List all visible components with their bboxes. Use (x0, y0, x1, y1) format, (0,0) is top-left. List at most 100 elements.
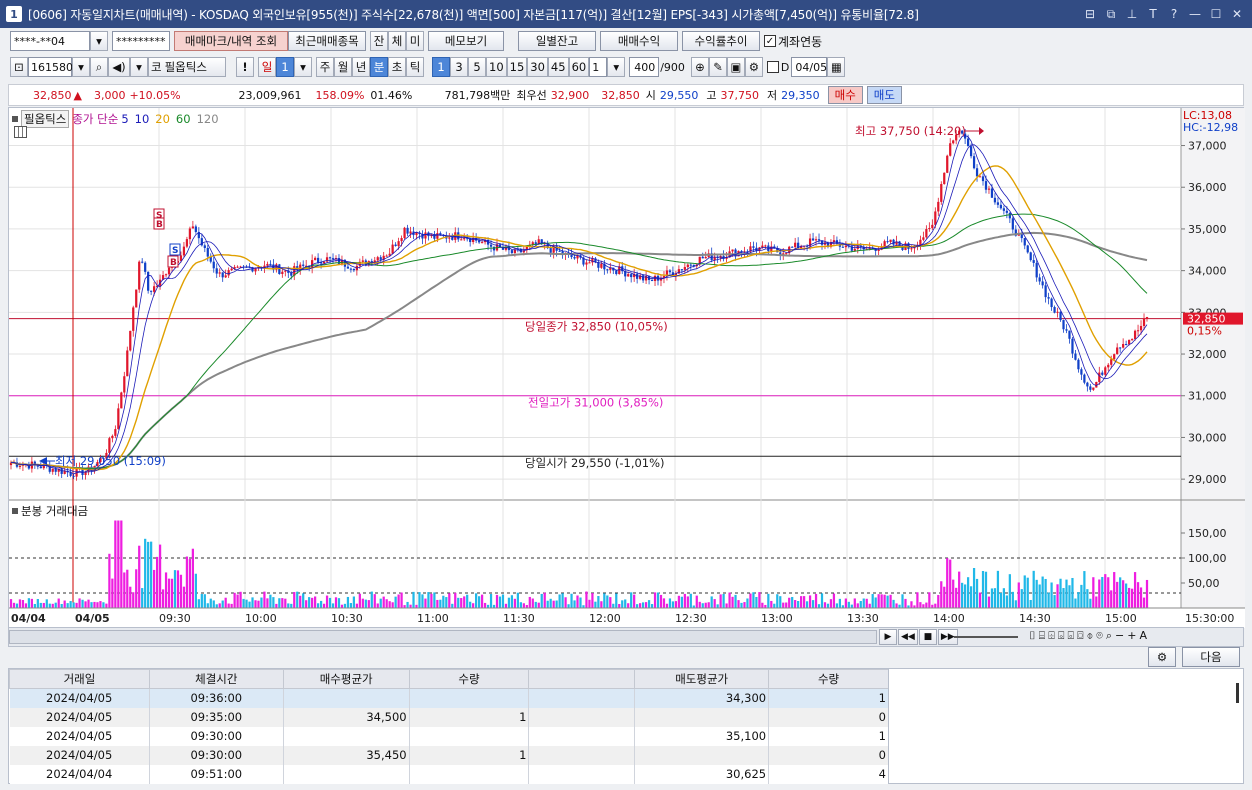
chart-stock-label[interactable]: 필옵틱스 (21, 110, 70, 128)
period-number[interactable]: 1 (276, 57, 294, 77)
period-day-button[interactable]: 일 (258, 57, 276, 77)
scroll-first-icon[interactable]: ◀◀ (898, 629, 918, 645)
minimize-icon[interactable]: — (1188, 7, 1202, 22)
mark-query-button[interactable]: 매매마크/내역 조회 (174, 31, 288, 51)
column-header[interactable]: 체결시간 (148, 669, 284, 689)
table-scrollbar[interactable] (1236, 683, 1239, 703)
interval-input[interactable]: 1 (589, 57, 608, 77)
alert-button[interactable]: ! (236, 57, 254, 77)
interval-45-button[interactable]: 45 (547, 57, 569, 77)
ma-period-120[interactable]: 120 (197, 112, 219, 126)
daily-balance-button[interactable]: 일별잔고 (518, 31, 596, 51)
date-input[interactable]: 04/05 (791, 57, 828, 77)
buy-button[interactable]: 매수 (827, 86, 863, 104)
pin-icon[interactable]: ⊥ (1125, 7, 1139, 22)
column-header[interactable]: 수량 (768, 669, 889, 689)
account-dropdown-icon[interactable]: ▾ (90, 31, 108, 51)
tool-icon-6[interactable]: ⌼ (1077, 629, 1084, 643)
period-month-button[interactable]: 월 (334, 57, 352, 77)
indicator-icon[interactable]: ⊕ (690, 57, 709, 77)
chart-table-icon[interactable] (14, 126, 27, 138)
chart-menu-icon[interactable] (12, 116, 18, 122)
settings-gear-icon[interactable]: ⚙ (744, 57, 763, 77)
period-second-button[interactable]: 초 (388, 57, 406, 77)
trade-profit-button[interactable]: 매매수익 (600, 31, 678, 51)
next-button[interactable]: 다음 (1182, 647, 1240, 667)
period-dropdown-icon[interactable]: ▾ (294, 57, 312, 77)
ma-period-60[interactable]: 60 (176, 112, 191, 126)
volume-menu-icon[interactable] (12, 508, 18, 514)
tab-executed[interactable]: 체 (388, 31, 406, 51)
table-row[interactable]: 2024/04/05 09:30:00 35,450 1 0 (9, 745, 889, 765)
tool-icon-5[interactable]: ⌻ (1067, 629, 1074, 643)
ma-period-10[interactable]: 10 (135, 112, 150, 126)
interval-dropdown-icon[interactable]: ▾ (607, 57, 626, 77)
interval-5-button[interactable]: 5 (468, 57, 486, 77)
tab-unfilled[interactable]: 미 (406, 31, 424, 51)
tool-icon-2[interactable]: ⌸ (1039, 629, 1046, 643)
stock-name-field[interactable]: 코 필옵틱스 (148, 57, 226, 77)
period-year-button[interactable]: 년 (352, 57, 370, 77)
scroll-right-icon[interactable]: ▶ (879, 629, 897, 645)
zoom-in-icon[interactable]: + (1127, 629, 1136, 643)
table-row[interactable]: 2024/04/05 09:36:00 34,300 1 (9, 688, 889, 708)
count-input[interactable]: 400 (629, 57, 660, 77)
interval-1-button[interactable]: 1 (432, 57, 450, 77)
table-row[interactable]: 2024/04/04 09:51:00 30,625 4 (9, 764, 889, 784)
maximize-icon[interactable]: ☐ (1209, 7, 1223, 22)
draw-tool-icon[interactable]: ✎ (708, 57, 727, 77)
tool-icon-7[interactable]: ⌽ (1087, 629, 1094, 643)
interval-3-button[interactable]: 3 (450, 57, 468, 77)
period-minute-button[interactable]: 분 (370, 57, 388, 77)
interval-15-button[interactable]: 15 (506, 57, 528, 77)
column-header[interactable] (528, 669, 636, 689)
tool-icon-4[interactable]: ⌺ (1058, 629, 1065, 643)
text-icon[interactable]: A (1139, 629, 1147, 643)
column-header[interactable]: 수량 (408, 669, 530, 689)
period-tick-button[interactable]: 틱 (406, 57, 424, 77)
stop-icon[interactable]: ■ (918, 629, 937, 645)
column-header[interactable]: 매도평균가 (634, 669, 770, 689)
price-chart[interactable]: 37,00036,00035,00034,00033,00032,00031,0… (9, 108, 1245, 628)
account-link-checkbox[interactable]: ✓ (764, 35, 776, 47)
time-scrollbar[interactable] (9, 630, 877, 644)
sound-icon[interactable]: ◀) (108, 57, 130, 77)
table-row[interactable]: 2024/04/05 09:30:00 35,100 1 (9, 726, 889, 746)
layout-icon[interactable]: ⊟ (1083, 7, 1097, 22)
chart-area[interactable]: 37,00036,00035,00034,00033,00032,00031,0… (8, 107, 1245, 628)
close-icon[interactable]: ✕ (1230, 7, 1244, 22)
sound-dropdown-icon[interactable]: ▾ (130, 57, 148, 77)
ma-period-5[interactable]: 5 (121, 112, 128, 126)
search-icon[interactable]: ⌕ (90, 57, 108, 77)
tab-balance[interactable]: 잔 (370, 31, 388, 51)
code-input[interactable]: 161580 (28, 57, 73, 77)
interval-60-button[interactable]: 60 (568, 57, 590, 77)
memo-button[interactable]: 메모보기 (428, 31, 504, 51)
date-checkbox[interactable] (766, 61, 779, 73)
table-row[interactable]: 2024/04/05 09:35:00 34,500 1 0 (9, 707, 889, 727)
tool-icon-3[interactable]: ⌹ (1048, 629, 1055, 643)
zoom-slider[interactable] (954, 636, 1018, 638)
code-dropdown-icon[interactable]: ▾ (72, 57, 90, 77)
grid-settings-gear-icon[interactable]: ⚙ (1148, 647, 1176, 667)
zoom-out-icon[interactable]: − (1115, 629, 1124, 643)
font-icon[interactable]: T (1146, 7, 1160, 22)
code-list-icon[interactable]: ⊡ (10, 57, 28, 77)
column-header[interactable]: 거래일 (9, 669, 150, 689)
interval-30-button[interactable]: 30 (527, 57, 548, 77)
account-input[interactable]: ****-**04 (10, 31, 90, 51)
help-icon[interactable]: ? (1167, 7, 1181, 22)
zoom-search-icon[interactable]: ⌕ (1106, 629, 1112, 643)
tool-icon-8[interactable]: ⌾ (1096, 629, 1103, 643)
password-input[interactable]: ********* (112, 31, 170, 51)
ma-period-20[interactable]: 20 (155, 112, 170, 126)
save-icon[interactable]: ▣ (726, 57, 745, 77)
link-window-icon[interactable]: ⧉ (1104, 7, 1118, 22)
tool-icon-1[interactable]: ⌷ (1029, 629, 1036, 643)
sell-button[interactable]: 매도 (866, 86, 902, 104)
period-week-button[interactable]: 주 (316, 57, 334, 77)
return-trend-button[interactable]: 수익률추이 (682, 31, 760, 51)
interval-10-button[interactable]: 10 (486, 57, 507, 77)
calendar-icon[interactable]: ▦ (827, 57, 846, 77)
recent-trades-button[interactable]: 최근매매종목 (288, 31, 366, 51)
